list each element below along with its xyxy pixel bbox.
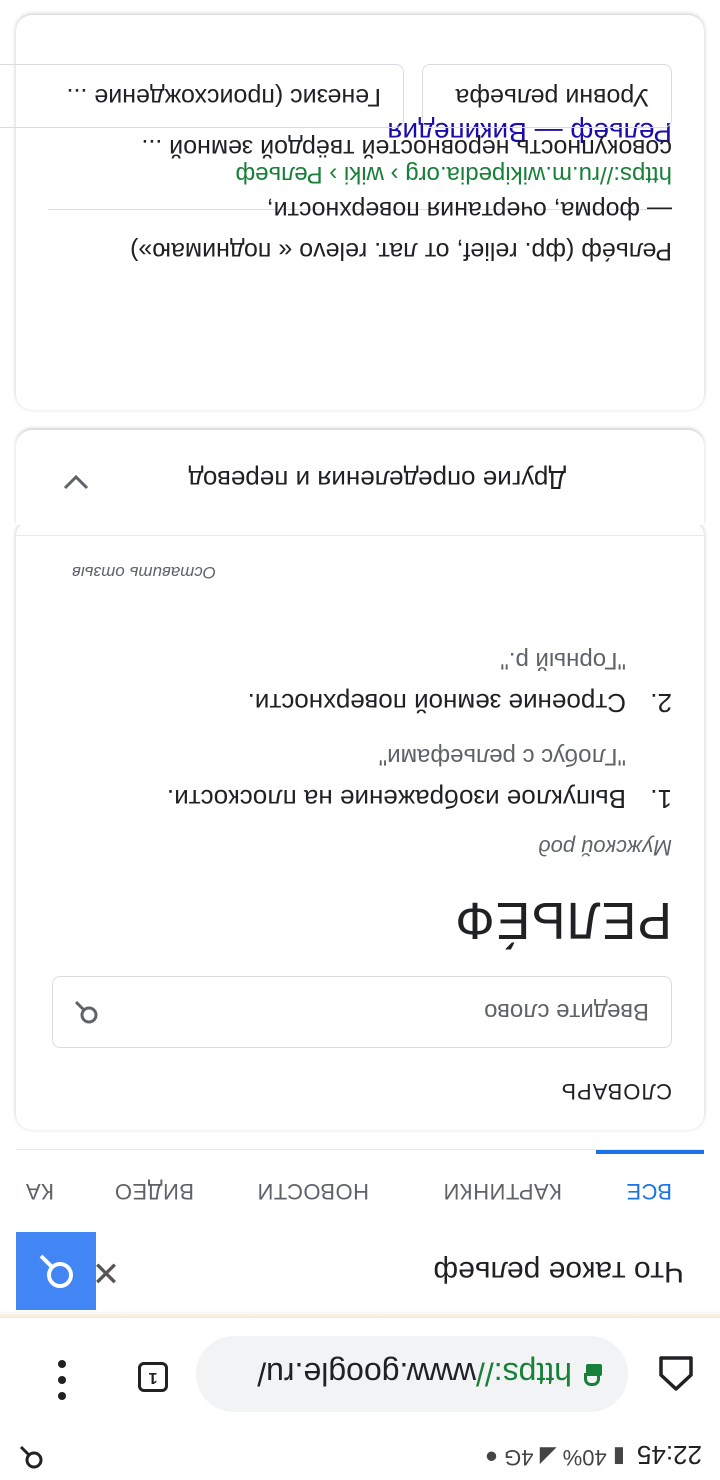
search-icon	[74, 1000, 98, 1024]
dictionary-word: РЕЛЬЕ́Ф	[454, 891, 672, 949]
definition-example: "Горный р."	[500, 647, 626, 674]
status-time: 22:45	[636, 1440, 702, 1470]
tab-news[interactable]: НОВОСТИ	[257, 1178, 369, 1204]
search-query[interactable]: Что такое рельеф	[433, 1254, 684, 1288]
feedback-link[interactable]: Оставить отзыв	[72, 562, 216, 582]
definition-text: Выпуклое изображение на плоскости.	[166, 784, 626, 814]
search-icon	[39, 1254, 73, 1288]
tab-video[interactable]: ВИДЕО	[114, 1178, 194, 1204]
definition-example: "Глобус с рельефами"	[378, 743, 626, 770]
status-indicators: ▮ 40% ◢ 4G ●	[485, 1444, 625, 1470]
active-tab-indicator	[596, 1150, 704, 1154]
search-icon	[18, 1437, 44, 1470]
home-icon[interactable]	[656, 1354, 696, 1394]
part-of-speech: Мужской род	[538, 835, 672, 860]
tab-all[interactable]: ВСЕ	[626, 1178, 672, 1204]
other-definitions-label: Другие определения и перевод	[188, 465, 566, 495]
divider	[16, 535, 704, 536]
wiki-result-card: Рельеф — Википедия https://ru.m.wikipedi…	[0, 15, 704, 410]
definition-number: 2.	[650, 688, 672, 718]
search-button[interactable]	[16, 1232, 96, 1310]
result-snippet-line: совокупность неровностей твёрдой земной …	[141, 134, 672, 162]
result-snippet-line: — форма, очертания поверхности,	[266, 196, 672, 224]
result-url[interactable]: https://ru.m.wikipedia.org › wiki › Рель…	[235, 160, 672, 188]
url-text: https://www.google.ru/	[257, 1356, 572, 1392]
dictionary-heading: СЛОВАРЬ	[560, 1079, 672, 1104]
network-type: 4G	[504, 1445, 534, 1470]
result-tabs: ВСЕ КАРТИНКИ НОВОСТИ ВИДЕО КА	[16, 1149, 704, 1232]
other-definitions-row[interactable]: Другие определения и перевод	[16, 430, 704, 525]
dictionary-input-placeholder: Введите слово	[484, 998, 649, 1025]
tab-switcher-icon[interactable]: 1	[138, 1362, 168, 1392]
dictionary-search-input[interactable]: Введите слово	[52, 976, 672, 1048]
lock-icon	[584, 1364, 602, 1386]
toolbar-shadow	[0, 1310, 720, 1318]
tab-images[interactable]: КАРТИНКИ	[443, 1178, 562, 1204]
page: 22:45 ▮ 40% ◢ 4G ● https://www.google.ru…	[0, 0, 720, 1480]
chip-genesis[interactable]: Генезис (происхождение ...	[0, 64, 404, 128]
dictionary-card: СЛОВАРЬ Введите слово РЕЛЬЕ́Ф Мужской ро…	[16, 520, 704, 1130]
battery-percent: 40%	[562, 1445, 607, 1470]
definition-text: Строение земной поверхности.	[247, 688, 626, 718]
tab-more[interactable]: КА	[26, 1178, 55, 1204]
browser-toolbar: https://www.google.ru/ 1	[0, 1317, 720, 1430]
battery-icon: ▮	[612, 1445, 625, 1470]
signal-icon: ◢	[539, 1445, 557, 1470]
definition-number: 1.	[650, 784, 672, 814]
location-icon: ●	[484, 1445, 499, 1470]
related-chips: Уровни рельефа Генезис (происхождение ..…	[0, 64, 704, 378]
search-box: Что такое рельеф ✕	[16, 1231, 704, 1310]
status-bar: 22:45 ▮ 40% ◢ 4G ●	[0, 1430, 720, 1480]
result-snippet-line: Релье́ф (фр. relief, от лат. relevo « по…	[130, 237, 672, 265]
address-bar[interactable]: https://www.google.ru/	[196, 1336, 628, 1412]
chip-relief-levels[interactable]: Уровни рельефа	[422, 64, 672, 128]
chevron-down-icon	[63, 474, 89, 490]
more-vert-icon[interactable]	[54, 1350, 70, 1400]
